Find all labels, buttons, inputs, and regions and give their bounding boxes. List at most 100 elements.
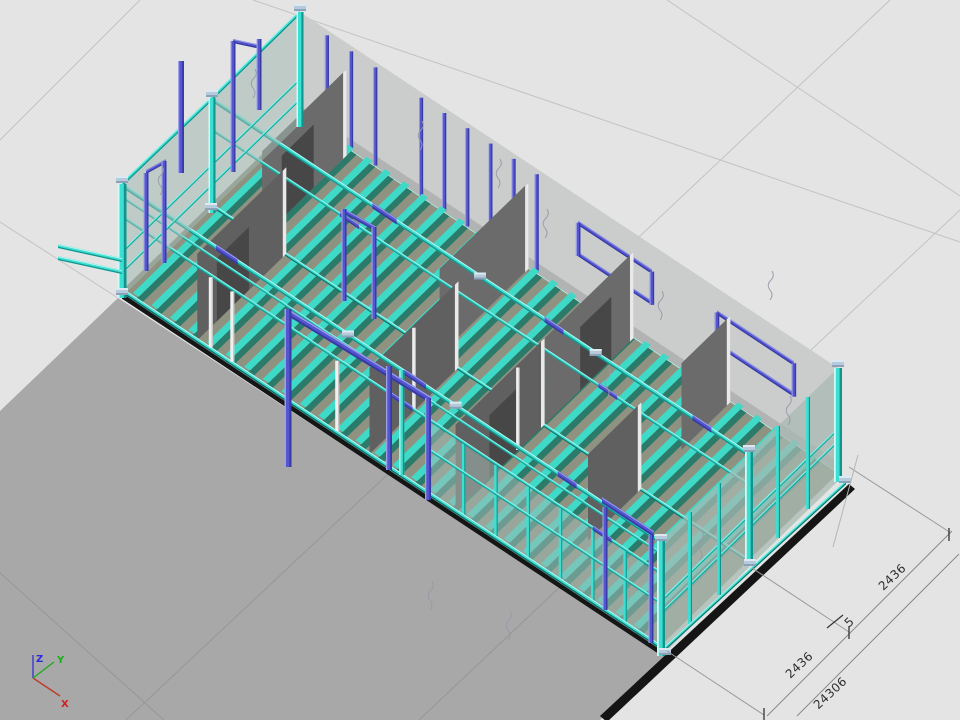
connector-cap: [839, 476, 851, 478]
partition-edge: [525, 182, 529, 272]
door-jamb-stud: [519, 368, 520, 451]
dim-label-gap: 5: [842, 614, 857, 630]
front-wall-stud: [338, 361, 339, 431]
window-frame: [576, 223, 577, 256]
dim-label-module1-width: 2436: [876, 561, 909, 593]
back-wall-stud: [419, 98, 420, 196]
back-wall-stud: [535, 174, 536, 272]
connector-cap: [474, 273, 486, 275]
back-wall-stud: [468, 128, 469, 226]
porch-post: [285, 309, 287, 467]
construction-line: [811, 210, 960, 350]
porch-post: [649, 535, 650, 643]
connector-cap: [206, 95, 218, 97]
cad-viewport[interactable]: 2436 5 2436 24306 Z Y X: [0, 0, 960, 720]
back-wall-stud: [442, 113, 443, 211]
entry-step-rail: [58, 244, 122, 259]
connector-cap: [206, 90, 218, 92]
corner-column: [124, 184, 127, 298]
porch-post: [652, 535, 654, 643]
corner-column: [209, 98, 211, 213]
window-frame: [795, 363, 796, 396]
glazing-mullion: [594, 528, 595, 602]
connector-cap: [832, 365, 844, 367]
connector-cap: [659, 648, 671, 650]
corner-column: [751, 452, 753, 566]
connector-cap: [116, 176, 128, 178]
end-door-post: [182, 61, 184, 173]
end-door-post: [178, 61, 179, 173]
porch-post: [429, 398, 431, 500]
z-axis-label: Z: [36, 654, 43, 665]
connector-cap: [205, 203, 217, 205]
glazing-mullion: [626, 549, 627, 623]
door-post: [375, 227, 377, 319]
partition-edge: [455, 281, 459, 371]
corner-column: [213, 98, 215, 213]
porch-post: [386, 366, 387, 470]
witness-line-3: [667, 651, 764, 715]
porch-post: [425, 398, 426, 500]
porch-post: [603, 507, 604, 610]
connector-cap: [744, 564, 756, 566]
door-jamb-stud: [415, 328, 416, 411]
connector-cap: [116, 288, 128, 290]
back-wall-stud: [352, 51, 353, 149]
crack-mark: [768, 271, 773, 300]
end-door-post: [231, 41, 232, 172]
connector-cap: [294, 4, 306, 6]
end-door-post: [234, 41, 236, 172]
back-wall-stud: [538, 174, 539, 272]
end-door-post: [144, 173, 145, 271]
front-wall-post: [399, 370, 400, 475]
corner-column: [657, 541, 659, 656]
door-post: [345, 209, 347, 301]
porch-post: [289, 309, 291, 467]
end-door-post: [165, 161, 167, 263]
connector-cap: [116, 181, 128, 183]
window-frame: [792, 363, 793, 396]
glazing-mullion: [464, 442, 465, 516]
connector-cap: [655, 539, 667, 541]
connector-cap: [590, 349, 602, 351]
connector-cap: [342, 331, 354, 333]
partition-edge: [343, 69, 347, 159]
end-mullion: [720, 483, 721, 595]
corner-column: [118, 184, 120, 298]
entry-step-rail: [58, 259, 122, 274]
window-frame: [579, 223, 580, 256]
connector-cap: [839, 481, 851, 483]
door-post: [372, 227, 373, 319]
porch-post: [390, 366, 392, 470]
connector-cap: [294, 9, 306, 11]
partition-edge: [727, 316, 731, 406]
end-mullion: [779, 426, 780, 538]
glazing-mullion: [497, 464, 498, 538]
front-wall-stud: [212, 277, 213, 347]
construction-line: [639, 0, 890, 237]
dim-label-total-length: 24306: [811, 674, 850, 712]
window-frame: [653, 272, 654, 305]
corner-column: [297, 12, 299, 127]
connector-cap: [205, 208, 217, 210]
window-frame: [650, 272, 651, 305]
corner-column: [301, 12, 303, 127]
end-door-post: [257, 39, 258, 110]
connector-cap: [743, 450, 755, 452]
connector-cap: [744, 559, 756, 561]
glazing-mullion: [529, 485, 530, 559]
partition-edge: [638, 402, 642, 492]
corner-column: [840, 368, 842, 482]
connector-cap: [450, 407, 462, 409]
end-mullion: [809, 397, 810, 509]
connector-cap: [590, 354, 602, 356]
corner-column: [745, 452, 747, 566]
connector-cap: [743, 445, 755, 447]
corner-column: [834, 368, 836, 482]
construction-line: [0, 0, 140, 140]
scene-svg[interactable]: 2436 5 2436 24306 Z Y X: [0, 0, 960, 720]
witness-line-1: [849, 467, 951, 533]
dim-label-module2-width: 2436: [783, 649, 816, 681]
connector-cap: [655, 534, 667, 536]
back-wall-stud: [445, 113, 446, 211]
